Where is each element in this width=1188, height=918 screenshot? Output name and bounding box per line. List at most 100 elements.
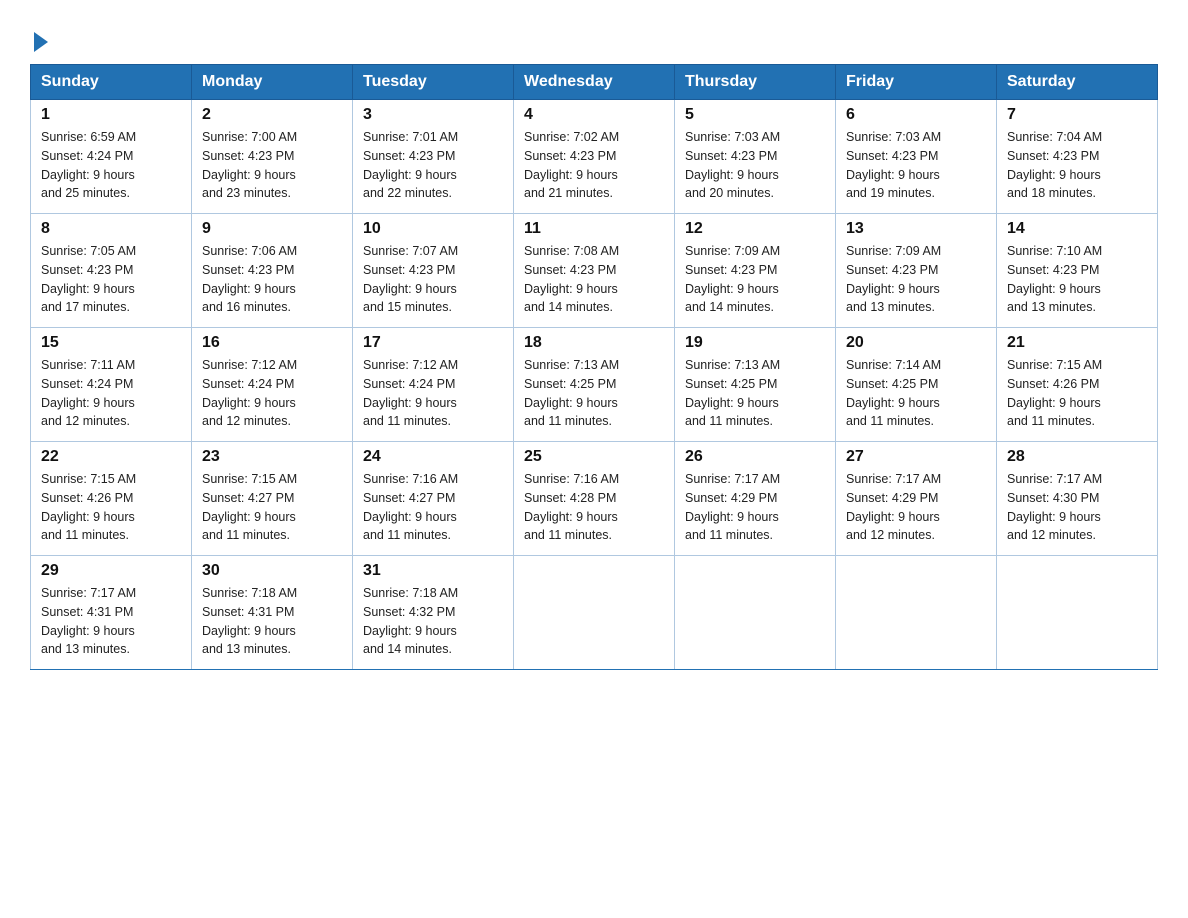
calendar-week-row: 29 Sunrise: 7:17 AMSunset: 4:31 PMDaylig… [31,556,1158,670]
day-number: 20 [846,334,986,352]
day-info: Sunrise: 7:11 AMSunset: 4:24 PMDaylight:… [41,356,181,431]
day-info: Sunrise: 7:16 AMSunset: 4:27 PMDaylight:… [363,470,503,545]
calendar-cell: 12 Sunrise: 7:09 AMSunset: 4:23 PMDaylig… [675,214,836,328]
calendar-cell: 22 Sunrise: 7:15 AMSunset: 4:26 PMDaylig… [31,442,192,556]
calendar-cell [997,556,1158,670]
day-number: 18 [524,334,664,352]
day-info: Sunrise: 7:07 AMSunset: 4:23 PMDaylight:… [363,242,503,317]
col-header-sunday: Sunday [31,65,192,100]
calendar-cell: 31 Sunrise: 7:18 AMSunset: 4:32 PMDaylig… [353,556,514,670]
logo [30,20,48,46]
calendar-cell: 18 Sunrise: 7:13 AMSunset: 4:25 PMDaylig… [514,328,675,442]
day-number: 1 [41,106,181,124]
day-number: 19 [685,334,825,352]
calendar-cell: 11 Sunrise: 7:08 AMSunset: 4:23 PMDaylig… [514,214,675,328]
day-info: Sunrise: 7:13 AMSunset: 4:25 PMDaylight:… [685,356,825,431]
day-number: 24 [363,448,503,466]
calendar-week-row: 1 Sunrise: 6:59 AMSunset: 4:24 PMDayligh… [31,100,1158,214]
day-info: Sunrise: 7:02 AMSunset: 4:23 PMDaylight:… [524,128,664,203]
day-info: Sunrise: 7:17 AMSunset: 4:29 PMDaylight:… [685,470,825,545]
day-number: 7 [1007,106,1147,124]
day-info: Sunrise: 7:15 AMSunset: 4:27 PMDaylight:… [202,470,342,545]
day-number: 9 [202,220,342,238]
col-header-wednesday: Wednesday [514,65,675,100]
day-info: Sunrise: 7:18 AMSunset: 4:32 PMDaylight:… [363,584,503,659]
calendar-cell: 5 Sunrise: 7:03 AMSunset: 4:23 PMDayligh… [675,100,836,214]
col-header-thursday: Thursday [675,65,836,100]
calendar-cell: 27 Sunrise: 7:17 AMSunset: 4:29 PMDaylig… [836,442,997,556]
calendar-cell: 16 Sunrise: 7:12 AMSunset: 4:24 PMDaylig… [192,328,353,442]
day-info: Sunrise: 7:09 AMSunset: 4:23 PMDaylight:… [685,242,825,317]
calendar-cell: 3 Sunrise: 7:01 AMSunset: 4:23 PMDayligh… [353,100,514,214]
day-number: 12 [685,220,825,238]
day-number: 17 [363,334,503,352]
day-number: 16 [202,334,342,352]
day-number: 30 [202,562,342,580]
calendar-cell: 4 Sunrise: 7:02 AMSunset: 4:23 PMDayligh… [514,100,675,214]
day-number: 31 [363,562,503,580]
day-number: 26 [685,448,825,466]
calendar-cell: 1 Sunrise: 6:59 AMSunset: 4:24 PMDayligh… [31,100,192,214]
calendar-cell: 10 Sunrise: 7:07 AMSunset: 4:23 PMDaylig… [353,214,514,328]
day-info: Sunrise: 7:13 AMSunset: 4:25 PMDaylight:… [524,356,664,431]
day-number: 6 [846,106,986,124]
day-number: 15 [41,334,181,352]
calendar-cell: 15 Sunrise: 7:11 AMSunset: 4:24 PMDaylig… [31,328,192,442]
calendar-header-row: SundayMondayTuesdayWednesdayThursdayFrid… [31,65,1158,100]
col-header-monday: Monday [192,65,353,100]
calendar-cell: 29 Sunrise: 7:17 AMSunset: 4:31 PMDaylig… [31,556,192,670]
day-info: Sunrise: 7:00 AMSunset: 4:23 PMDaylight:… [202,128,342,203]
day-number: 21 [1007,334,1147,352]
calendar-cell: 30 Sunrise: 7:18 AMSunset: 4:31 PMDaylig… [192,556,353,670]
col-header-saturday: Saturday [997,65,1158,100]
day-number: 25 [524,448,664,466]
day-info: Sunrise: 7:09 AMSunset: 4:23 PMDaylight:… [846,242,986,317]
day-number: 22 [41,448,181,466]
day-number: 13 [846,220,986,238]
day-number: 29 [41,562,181,580]
col-header-tuesday: Tuesday [353,65,514,100]
day-info: Sunrise: 7:15 AMSunset: 4:26 PMDaylight:… [1007,356,1147,431]
calendar-cell: 8 Sunrise: 7:05 AMSunset: 4:23 PMDayligh… [31,214,192,328]
calendar-cell [675,556,836,670]
calendar-table: SundayMondayTuesdayWednesdayThursdayFrid… [30,64,1158,670]
day-info: Sunrise: 7:17 AMSunset: 4:29 PMDaylight:… [846,470,986,545]
day-number: 27 [846,448,986,466]
page-header [30,20,1158,46]
day-number: 4 [524,106,664,124]
calendar-cell: 14 Sunrise: 7:10 AMSunset: 4:23 PMDaylig… [997,214,1158,328]
day-number: 14 [1007,220,1147,238]
calendar-cell: 26 Sunrise: 7:17 AMSunset: 4:29 PMDaylig… [675,442,836,556]
day-info: Sunrise: 7:01 AMSunset: 4:23 PMDaylight:… [363,128,503,203]
day-info: Sunrise: 7:05 AMSunset: 4:23 PMDaylight:… [41,242,181,317]
calendar-cell [836,556,997,670]
day-number: 10 [363,220,503,238]
day-info: Sunrise: 7:16 AMSunset: 4:28 PMDaylight:… [524,470,664,545]
day-info: Sunrise: 6:59 AMSunset: 4:24 PMDaylight:… [41,128,181,203]
day-number: 5 [685,106,825,124]
day-info: Sunrise: 7:12 AMSunset: 4:24 PMDaylight:… [202,356,342,431]
day-info: Sunrise: 7:04 AMSunset: 4:23 PMDaylight:… [1007,128,1147,203]
day-info: Sunrise: 7:14 AMSunset: 4:25 PMDaylight:… [846,356,986,431]
calendar-week-row: 15 Sunrise: 7:11 AMSunset: 4:24 PMDaylig… [31,328,1158,442]
day-info: Sunrise: 7:18 AMSunset: 4:31 PMDaylight:… [202,584,342,659]
calendar-cell: 28 Sunrise: 7:17 AMSunset: 4:30 PMDaylig… [997,442,1158,556]
calendar-week-row: 22 Sunrise: 7:15 AMSunset: 4:26 PMDaylig… [31,442,1158,556]
calendar-cell: 6 Sunrise: 7:03 AMSunset: 4:23 PMDayligh… [836,100,997,214]
day-info: Sunrise: 7:08 AMSunset: 4:23 PMDaylight:… [524,242,664,317]
day-number: 23 [202,448,342,466]
calendar-week-row: 8 Sunrise: 7:05 AMSunset: 4:23 PMDayligh… [31,214,1158,328]
calendar-cell: 21 Sunrise: 7:15 AMSunset: 4:26 PMDaylig… [997,328,1158,442]
day-info: Sunrise: 7:06 AMSunset: 4:23 PMDaylight:… [202,242,342,317]
calendar-cell: 7 Sunrise: 7:04 AMSunset: 4:23 PMDayligh… [997,100,1158,214]
col-header-friday: Friday [836,65,997,100]
day-number: 28 [1007,448,1147,466]
day-number: 8 [41,220,181,238]
calendar-cell: 9 Sunrise: 7:06 AMSunset: 4:23 PMDayligh… [192,214,353,328]
calendar-cell: 2 Sunrise: 7:00 AMSunset: 4:23 PMDayligh… [192,100,353,214]
day-info: Sunrise: 7:03 AMSunset: 4:23 PMDaylight:… [846,128,986,203]
calendar-cell: 17 Sunrise: 7:12 AMSunset: 4:24 PMDaylig… [353,328,514,442]
calendar-cell: 24 Sunrise: 7:16 AMSunset: 4:27 PMDaylig… [353,442,514,556]
day-info: Sunrise: 7:15 AMSunset: 4:26 PMDaylight:… [41,470,181,545]
day-number: 3 [363,106,503,124]
